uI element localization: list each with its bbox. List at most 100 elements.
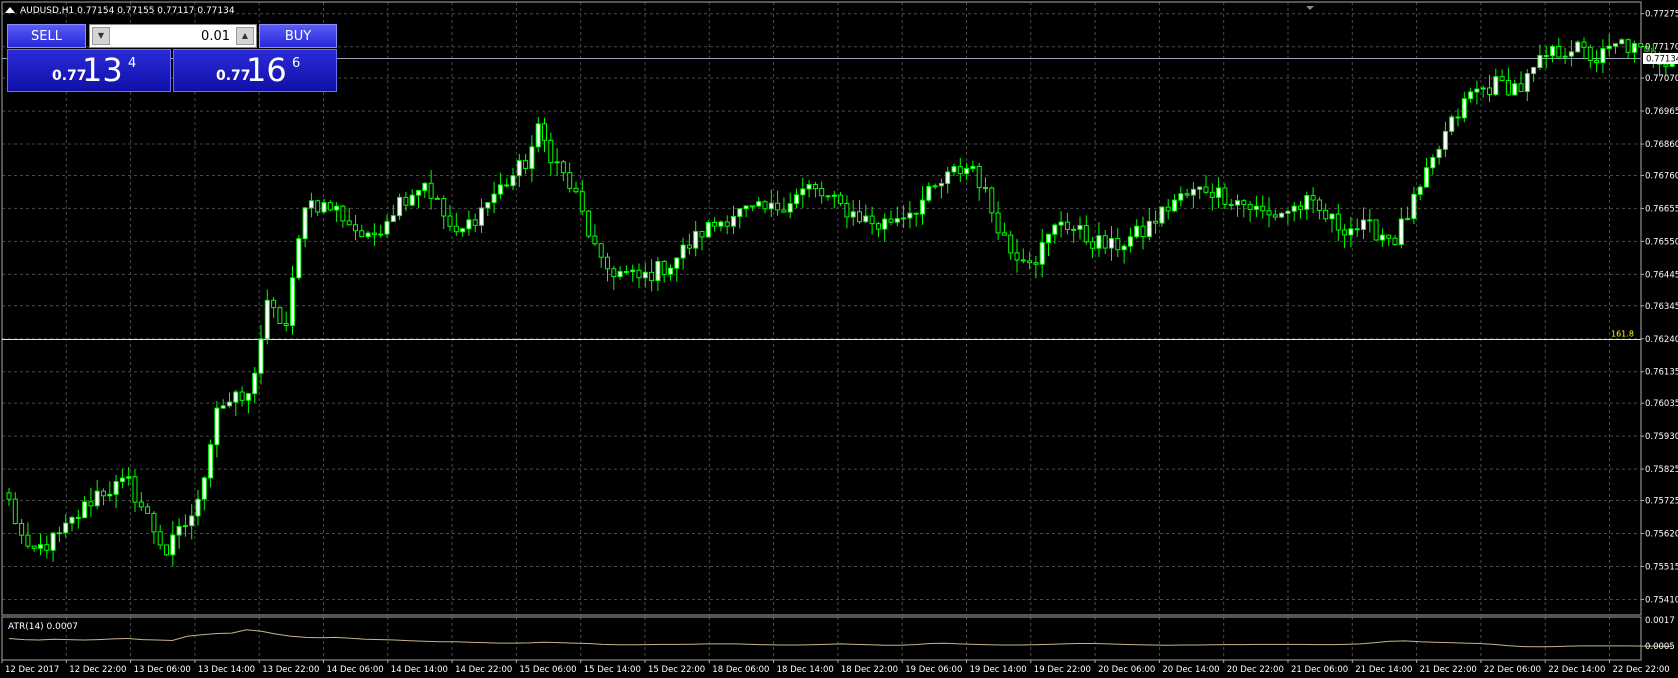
candle-body (611, 268, 617, 278)
candle-body (548, 139, 554, 164)
candle-body (371, 232, 377, 236)
candle-body (1625, 39, 1631, 53)
sell-price-button[interactable]: 0.77 13 4 (7, 49, 171, 92)
price-tick-label: 0.76965 (1645, 107, 1678, 117)
candle-body (901, 217, 907, 220)
candle-body (1304, 195, 1310, 210)
candle-body (1184, 193, 1190, 196)
candle-body (1587, 46, 1593, 61)
candle-body (1361, 219, 1366, 230)
price-tick-label: 0.76240 (1645, 335, 1678, 345)
fibonacci-level[interactable]: 161.8 (2, 330, 1641, 340)
candle-body (113, 481, 119, 495)
price-tick-label: 0.76550 (1645, 237, 1678, 247)
lot-size-input[interactable] (114, 27, 232, 45)
candle-body (1411, 193, 1417, 220)
svg-text:0.77134: 0.77134 (1646, 55, 1678, 65)
candle-body (819, 188, 825, 197)
candle-body (1235, 200, 1240, 206)
candle-body (258, 338, 264, 374)
candle-body (1279, 212, 1285, 218)
candle-body (151, 512, 157, 533)
candle-body (989, 187, 995, 214)
candle-body (649, 271, 655, 282)
candle-body (1096, 235, 1102, 249)
candle-body (794, 194, 799, 205)
candle-body (1115, 238, 1121, 251)
candle-body (441, 198, 447, 217)
atr-line (8, 629, 1673, 648)
candle-body (699, 230, 705, 238)
candle-body (1209, 191, 1215, 198)
candle-body (680, 244, 686, 259)
time-tick-label: 18 Dec 22:00 (841, 665, 898, 675)
candle-body (397, 196, 403, 217)
candle-body (252, 372, 258, 395)
candle-body (586, 210, 592, 237)
price-chart[interactable]: 161.8 0.77275 0.77170 0.77070 0.76965 0.7686… (0, 0, 1678, 678)
buy-price-button[interactable]: 0.77 16 6 (173, 49, 337, 92)
candle-body (176, 525, 182, 536)
time-tick-label: 18 Dec 06:00 (712, 665, 769, 675)
candle-body (1480, 87, 1486, 90)
candle-body (101, 490, 106, 497)
price-tick-label: 0.77170 (1645, 43, 1678, 53)
candle-body (1430, 157, 1436, 169)
candle-body (579, 191, 585, 212)
scroll-shift-marker-icon[interactable] (1306, 6, 1314, 10)
candle-body (554, 161, 560, 164)
time-tick-label: 19 Dec 14:00 (970, 665, 1027, 675)
candle-body (1203, 186, 1209, 193)
time-tick-label: 15 Dec 14:00 (584, 665, 641, 675)
candle-body (913, 212, 919, 215)
candle-body (1512, 83, 1518, 96)
candle-body (1316, 199, 1322, 211)
time-tick-label: 21 Dec 22:00 (1420, 665, 1477, 675)
time-tick-label: 13 Dec 14:00 (198, 665, 255, 675)
candle-body (1159, 206, 1165, 224)
candle-body (1449, 116, 1455, 132)
candle-body (617, 271, 623, 278)
candle-body (926, 185, 932, 201)
chart-menu-icon[interactable] (5, 7, 15, 13)
candle-body (1014, 252, 1020, 261)
candle-body (1537, 54, 1543, 68)
sell-price-pips: 13 (82, 51, 123, 89)
time-tick-label: 19 Dec 22:00 (1034, 665, 1091, 675)
candle-body (19, 523, 25, 536)
time-tick-label: 18 Dec 14:00 (777, 665, 834, 675)
candle-body (1575, 41, 1581, 53)
symbol-info: AUDUSD,H1 0.77154 0.77155 0.77117 0.7713… (20, 6, 235, 16)
candle-body (605, 256, 610, 270)
candle-body (283, 323, 289, 327)
candle-body (315, 200, 321, 213)
candle-body (1518, 83, 1524, 93)
price-tick-label: 0.76655 (1645, 204, 1678, 214)
candle-body (1121, 245, 1127, 251)
candle-body (623, 271, 629, 274)
time-tick-label: 14 Dec 06:00 (327, 665, 384, 675)
sell-button[interactable]: SELL (7, 24, 86, 48)
candle-body (416, 190, 421, 196)
lot-increase-icon[interactable]: ▲ (236, 27, 254, 45)
time-tick-label: 13 Dec 22:00 (262, 665, 319, 675)
candle-body (1247, 203, 1253, 210)
candle-body (1058, 221, 1064, 226)
candle-body (535, 123, 541, 148)
time-tick-label: 13 Dec 06:00 (134, 665, 191, 675)
candle-body (44, 544, 50, 551)
price-tick-label: 0.75825 (1645, 465, 1678, 475)
candle-body (302, 207, 308, 240)
time-tick-label: 12 Dec 22:00 (69, 665, 126, 675)
candle-body (737, 208, 743, 217)
candle-body (466, 219, 472, 230)
candle-body (731, 215, 736, 227)
buy-button[interactable]: BUY (259, 24, 337, 48)
candle-body (1008, 234, 1014, 254)
candle-body (491, 193, 497, 204)
time-tick-label: 14 Dec 14:00 (391, 665, 448, 675)
candle-body (516, 160, 522, 177)
lot-decrease-icon[interactable]: ▼ (92, 27, 110, 45)
candle-body (1216, 187, 1222, 198)
buy-price-pips: 16 (246, 51, 287, 89)
